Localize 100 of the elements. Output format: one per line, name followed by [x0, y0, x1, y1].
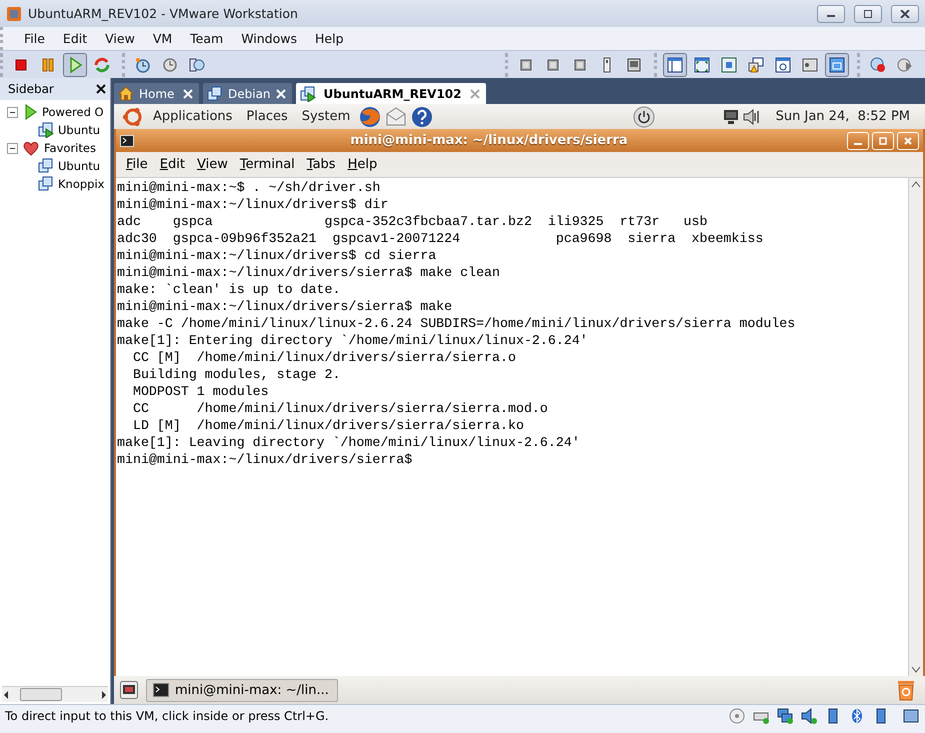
terminal-line: make[1]: Leaving directory `/home/mini/linux/linux-2.6.24' — [117, 434, 581, 451]
heart-icon — [22, 140, 40, 156]
menu-item[interactable]: Edit — [54, 29, 96, 48]
windows-icon — [747, 56, 765, 74]
window-icon — [801, 56, 819, 74]
terminal-line: mini@mini-max:~/linux/drivers/sierra$ make — [117, 298, 454, 315]
sidebar-title: Sidebar — [8, 82, 54, 96]
show-desktop-icon[interactable] — [120, 681, 138, 699]
cd-icon[interactable] — [729, 708, 745, 724]
minimize-button[interactable] — [817, 4, 845, 22]
close-icon[interactable] — [96, 84, 106, 94]
window-icon — [720, 56, 738, 74]
tree-item[interactable]: Ubuntu — [58, 123, 100, 137]
play-icon — [896, 56, 914, 74]
tab-label[interactable]: Home — [139, 86, 174, 100]
menu-item[interactable]: Windows — [232, 29, 306, 48]
volume-icon[interactable] — [742, 108, 761, 124]
menu-item[interactable]: Edit — [154, 157, 191, 172]
maximize-button[interactable] — [854, 4, 882, 22]
terminal-title: mini@mini-max: ~/linux/drivers/sierra — [349, 133, 629, 148]
tab-label[interactable]: Debian — [228, 86, 271, 100]
status-text: To direct input to this VM, click inside or press Ctrl+G. — [5, 709, 330, 723]
close-button[interactable] — [891, 4, 919, 22]
terminal-line: CC /home/mini/linux/drivers/sierra/sierra.mod.o — [132, 400, 549, 417]
toolbar-button[interactable] — [825, 52, 849, 76]
tab[interactable]: Home — [114, 83, 199, 104]
power-icon[interactable] — [632, 106, 655, 128]
terminal-line: mini@mini-max:~/linux/drivers/sierra$ make clean — [117, 264, 502, 281]
vm-icon — [207, 86, 223, 102]
window-icon — [693, 56, 711, 74]
tab[interactable]: Debian — [203, 83, 292, 104]
scroll-up-icon[interactable] — [911, 180, 921, 188]
trash-icon[interactable] — [895, 679, 917, 701]
maximize-icon — [863, 10, 873, 18]
menu-item[interactable]: Help — [306, 29, 353, 48]
menu-item[interactable]: View — [190, 157, 234, 172]
speaker-icon[interactable] — [801, 708, 817, 724]
scroll-down-icon[interactable] — [911, 666, 921, 674]
terminal-line: mini@mini-max:~$ . ~/sh/driver.sh — [117, 179, 382, 196]
window-icon — [774, 56, 792, 74]
scroll-right-icon[interactable] — [100, 690, 108, 698]
menu-item[interactable]: VM — [144, 29, 182, 48]
menu-item[interactable]: View — [96, 29, 144, 48]
menu-item[interactable]: Places — [241, 109, 293, 124]
terminal-line: MODPOST 1 modules — [132, 383, 270, 400]
terminal-line: make: `clean' is up to date. — [117, 281, 342, 298]
tree-item[interactable]: Favorites — [44, 141, 96, 155]
console-icon — [625, 56, 643, 74]
terminal-icon — [120, 134, 134, 146]
terminal-line: adc30 gspca-09b96f352a21 gspcav1-20071224 pca9698 sierra xbeemkiss — [117, 230, 764, 247]
terminal-line: mini@mini-max:~/linux/drivers$ dir — [117, 196, 390, 213]
tree-item[interactable]: Ubuntu — [58, 159, 100, 173]
terminal-line: mini@mini-max:~/linux/drivers/sierra$ — [117, 451, 414, 468]
scroll-left-icon[interactable] — [2, 690, 10, 698]
clock[interactable]: Sun Jan 24, 8:52 PM — [770, 109, 915, 124]
tab-label[interactable]: UbuntuARM_REV102 — [324, 86, 462, 100]
terminal-line: Building modules, stage 2. — [132, 366, 342, 383]
tab[interactable]: UbuntuARM_REV102 — [296, 83, 486, 104]
menu-item[interactable]: Terminal — [234, 157, 301, 172]
minimize-icon — [854, 142, 862, 144]
window-title: UbuntuARM_REV102 - VMware Workstation — [28, 6, 299, 21]
terminal-line: mini@mini-max:~/linux/drivers$ cd sierra — [117, 247, 438, 264]
terminal-line: adc gspca gspca-352c3fbcbaa7.tar.bz2 ili9325 rt73r usb — [117, 213, 708, 230]
ubuntu-logo-icon[interactable] — [122, 106, 144, 128]
menu-item[interactable]: Applications — [148, 109, 238, 124]
refresh-icon — [93, 56, 111, 74]
horizontal-scrollbar[interactable] — [2, 686, 108, 702]
menu-item[interactable]: Help — [342, 157, 384, 172]
network-icon[interactable] — [722, 108, 739, 124]
terminal-icon — [153, 683, 169, 697]
menu-item[interactable]: Tabs — [300, 157, 342, 172]
terminal-line: CC [M] /home/mini/linux/drivers/sierra/sierra.o — [132, 349, 517, 366]
toolbar-button[interactable] — [663, 52, 687, 76]
collapse-icon[interactable] — [7, 106, 18, 118]
tree-item[interactable]: Powered O — [42, 105, 104, 119]
tree-item[interactable]: Knoppix — [58, 177, 104, 191]
maximize-icon — [879, 136, 887, 144]
help-icon[interactable] — [411, 106, 434, 128]
bluetooth-icon[interactable] — [849, 708, 865, 724]
menu-item[interactable]: File — [15, 29, 54, 48]
house-icon — [118, 86, 134, 101]
menu-item[interactable]: File — [120, 157, 154, 172]
terminal-line: LD [M] /home/mini/linux/drivers/sierra/sierra.ko — [132, 417, 525, 434]
menu-item[interactable]: System — [296, 109, 356, 124]
terminal-line: make -C /home/mini/linux/linux-2.6.24 SUBDIRS=/home/mini/linux/drivers/sierra modules — [117, 315, 796, 332]
vertical-scrollbar[interactable] — [908, 178, 923, 676]
window-icon[interactable] — [903, 708, 919, 724]
running-vm-icon — [300, 86, 316, 102]
taskbar-button[interactable]: mini@mini-max: ~/lin... — [146, 678, 338, 702]
collapse-icon[interactable] — [7, 142, 18, 154]
close-icon — [900, 10, 910, 18]
close-icon — [904, 136, 912, 144]
globe-icon[interactable] — [359, 106, 382, 128]
network-icon[interactable] — [777, 708, 793, 724]
window-icon — [666, 56, 684, 74]
mail-icon[interactable] — [385, 106, 408, 126]
terminal-line: make[1]: Entering directory `/home/mini/linux/linux-2.6.24' — [117, 332, 589, 349]
app-logo-icon — [6, 6, 22, 22]
window-icon — [828, 56, 846, 74]
menu-item[interactable]: Team — [181, 29, 232, 48]
